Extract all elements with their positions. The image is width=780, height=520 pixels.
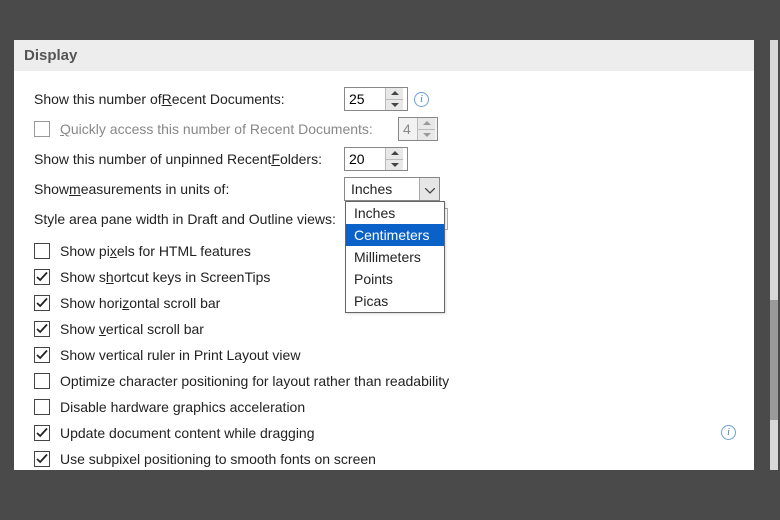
input-recent-documents[interactable] (345, 88, 385, 110)
label-measurement-units: Show measurements in units of: (34, 181, 342, 197)
row-vertical-ruler: Show vertical ruler in Print Layout view (34, 342, 736, 367)
row-vertical-scroll: Show vertical scroll bar (34, 316, 736, 341)
section-content: Show this number of Recent Documents: i … (14, 71, 754, 471)
spin-quick-access (398, 117, 438, 141)
dropdown-option[interactable]: Centimeters (346, 224, 444, 246)
label-vertical-ruler: Show vertical ruler in Print Layout view (60, 347, 736, 363)
display-options-panel: Display Show this number of Recent Docum… (14, 40, 754, 470)
row-quick-access: Quickly access this number of Recent Doc… (34, 115, 736, 143)
label-style-area-width: Style area pane width in Draft and Outli… (34, 211, 336, 227)
row-disable-hardware-accel: Disable hardware graphics acceleration (34, 394, 736, 419)
spin-up-recent-folders[interactable] (386, 148, 403, 160)
label-update-while-dragging: Update document content while dragging (60, 425, 715, 441)
row-subpixel-positioning: Use subpixel positioning to smooth fonts… (34, 446, 736, 471)
spin-up-quick-access (418, 118, 435, 130)
combo-value: Inches (345, 181, 419, 197)
label-subpixel-positioning: Use subpixel positioning to smooth fonts… (60, 451, 736, 467)
checkbox-disable-hardware-accel[interactable] (34, 399, 50, 415)
label-disable-hardware-accel: Disable hardware graphics acceleration (60, 399, 736, 415)
section-header: Display (14, 40, 754, 71)
window-scrollbar-thumb[interactable] (770, 300, 778, 420)
checkbox-vertical-scroll[interactable] (34, 321, 50, 337)
spin-down-recent-folders[interactable] (386, 160, 403, 171)
dropdown-option[interactable]: Picas (346, 290, 444, 312)
checkbox-update-while-dragging[interactable] (34, 425, 50, 441)
label-recent-folders: Show this number of unpinned Recent Fold… (34, 151, 342, 167)
checkbox-pixels-html[interactable] (34, 243, 50, 259)
dropdown-option[interactable]: Inches (346, 202, 444, 224)
combo-button[interactable] (419, 178, 439, 200)
label-quick-access: Quickly access this number of Recent Doc… (34, 121, 396, 137)
info-icon[interactable]: i (414, 92, 429, 107)
input-recent-folders[interactable] (345, 148, 385, 170)
checkbox-vertical-ruler[interactable] (34, 347, 50, 363)
row-update-while-dragging: Update document content while dragging i (34, 420, 736, 445)
window-scrollbar-track[interactable] (770, 40, 778, 470)
input-quick-access (399, 118, 417, 140)
checkbox-shortcut-keys[interactable] (34, 269, 50, 285)
spin-up-recent-documents[interactable] (386, 88, 403, 100)
checkbox-optimize-positioning[interactable] (34, 373, 50, 389)
label-vertical-scroll: Show vertical scroll bar (60, 321, 736, 337)
row-recent-documents: Show this number of Recent Documents: i (34, 85, 736, 113)
checkbox-subpixel-positioning[interactable] (34, 451, 50, 467)
spin-down-recent-documents[interactable] (386, 100, 403, 111)
label-recent-documents: Show this number of Recent Documents: (34, 91, 342, 107)
combo-measurement-units[interactable]: Inches InchesCentimetersMillimetersPoint… (344, 177, 440, 201)
spin-down-quick-access (418, 130, 435, 141)
spin-recent-folders[interactable] (344, 147, 408, 171)
row-measurement-units: Show measurements in units of: Inches In… (34, 175, 736, 203)
spin-recent-documents[interactable] (344, 87, 408, 111)
label-optimize-positioning: Optimize character positioning for layou… (60, 373, 736, 389)
row-optimize-positioning: Optimize character positioning for layou… (34, 368, 736, 393)
dropdown-option[interactable]: Millimeters (346, 246, 444, 268)
checkbox-horizontal-scroll[interactable] (34, 295, 50, 311)
dropdown-option[interactable]: Points (346, 268, 444, 290)
chevron-down-icon (425, 181, 435, 197)
checkbox-quick-access[interactable] (34, 121, 50, 137)
info-icon[interactable]: i (721, 425, 736, 440)
dropdown-measurement-units[interactable]: InchesCentimetersMillimetersPointsPicas (345, 201, 445, 313)
row-recent-folders: Show this number of unpinned Recent Fold… (34, 145, 736, 173)
